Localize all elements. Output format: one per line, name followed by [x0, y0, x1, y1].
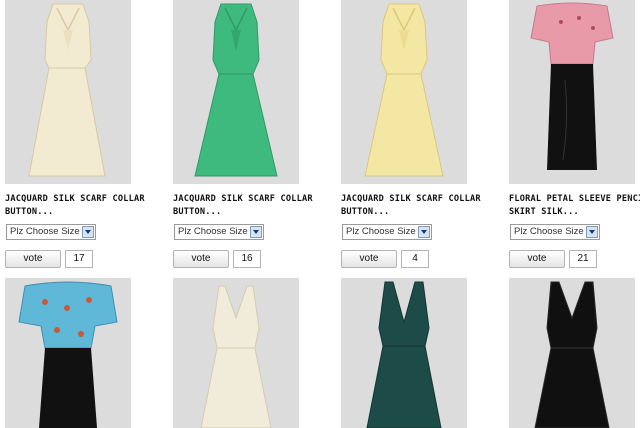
product-image[interactable]: [5, 0, 131, 184]
size-select[interactable]: Plz Choose Size: [342, 224, 432, 240]
size-select[interactable]: Plz Choose Size: [6, 224, 96, 240]
chevron-down-icon[interactable]: [250, 226, 262, 238]
size-select[interactable]: Plz Choose Size: [510, 224, 600, 240]
product-image[interactable]: [5, 278, 131, 428]
dress-illustration: [366, 281, 442, 428]
size-select-value: Plz Choose Size: [10, 226, 80, 237]
product-image[interactable]: [341, 278, 467, 428]
vote-button[interactable]: vote: [341, 250, 397, 268]
dress-illustration: [18, 281, 118, 428]
chevron-down-icon[interactable]: [586, 226, 598, 238]
dress-illustration: [194, 3, 278, 177]
vote-button[interactable]: vote: [5, 250, 61, 268]
product-image[interactable]: [173, 278, 299, 428]
vote-count: 17: [65, 250, 93, 268]
product-title[interactable]: JACQUARD SILK SCARF COLLAR BUTTON...: [5, 193, 155, 219]
size-select-value: Plz Choose Size: [514, 226, 584, 237]
product-image[interactable]: [341, 0, 467, 184]
vote-button[interactable]: vote: [173, 250, 229, 268]
size-select-value: Plz Choose Size: [178, 226, 248, 237]
size-select[interactable]: Plz Choose Size: [174, 224, 264, 240]
product-image[interactable]: [509, 278, 635, 428]
dress-illustration: [534, 281, 610, 428]
size-select-value: Plz Choose Size: [346, 226, 416, 237]
dress-illustration: [364, 3, 444, 177]
product-title[interactable]: FLORAL PETAL SLEEVE PENCIL SKIRT SILK...: [509, 193, 640, 219]
vote-count: 16: [233, 250, 261, 268]
vote-count: 21: [569, 250, 597, 268]
vote-button[interactable]: vote: [509, 250, 565, 268]
dress-illustration: [28, 3, 106, 177]
dress-illustration: [530, 2, 614, 170]
product-image[interactable]: [509, 0, 635, 184]
product-image[interactable]: [173, 0, 299, 184]
product-title[interactable]: JACQUARD SILK SCARF COLLAR BUTTON...: [173, 193, 323, 219]
chevron-down-icon[interactable]: [82, 226, 94, 238]
dress-illustration: [200, 285, 272, 428]
vote-count: 4: [401, 250, 429, 268]
product-title[interactable]: JACQUARD SILK SCARF COLLAR BUTTON...: [341, 193, 491, 219]
chevron-down-icon[interactable]: [418, 226, 430, 238]
